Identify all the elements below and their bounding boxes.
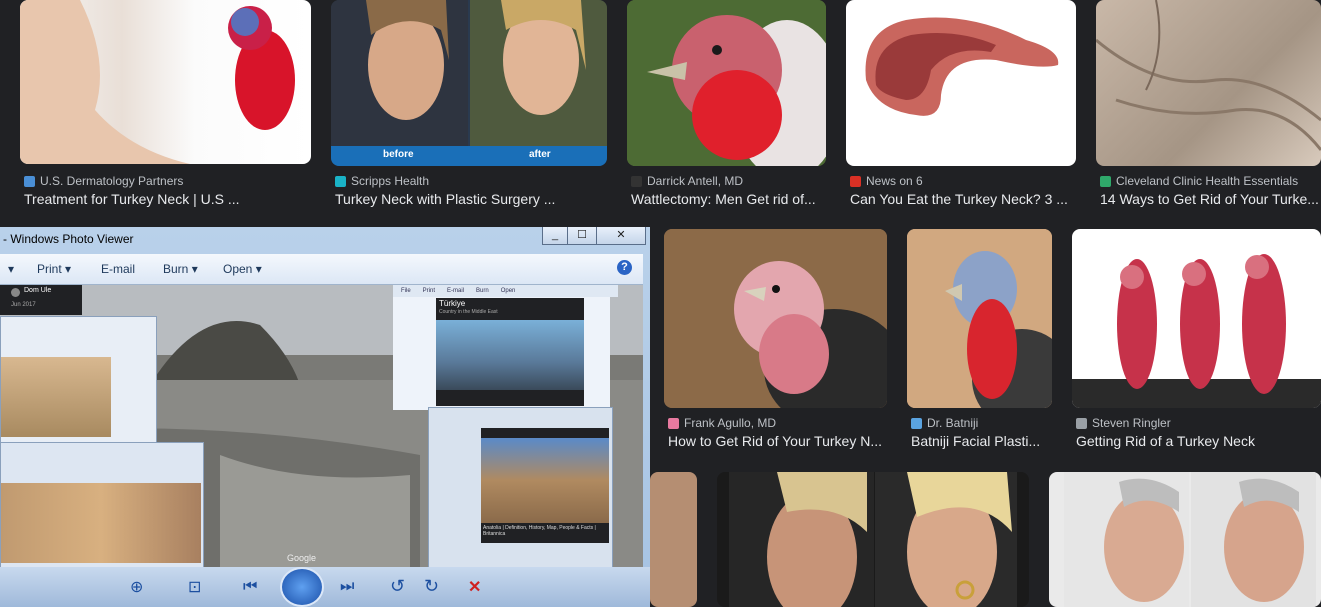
fit-window-icon[interactable]: ⊡ bbox=[188, 577, 201, 597]
result-source[interactable]: News on 6 bbox=[850, 174, 923, 188]
result-source[interactable]: Cleveland Clinic Health Essentials bbox=[1100, 174, 1298, 188]
result-thumbnail-male-neck[interactable] bbox=[1049, 472, 1321, 607]
favicon-icon bbox=[850, 175, 861, 187]
result-thumbnail-batniji[interactable] bbox=[907, 229, 1052, 408]
user-date: Jun 2017 bbox=[11, 302, 36, 308]
nested-window-thumbs bbox=[0, 442, 204, 567]
result-thumbnail-cleveland[interactable] bbox=[1096, 0, 1321, 166]
before-label: before bbox=[383, 149, 414, 160]
favicon-icon bbox=[24, 175, 35, 187]
user-name: Dom Ule bbox=[24, 287, 52, 294]
help-icon[interactable]: ? bbox=[617, 260, 632, 275]
result-title[interactable]: Getting Rid of a Turkey Neck bbox=[1076, 433, 1321, 449]
nested-profile-card: Dom Ule Jun 2017 bbox=[0, 285, 82, 315]
result-thumbnail-facelift[interactable] bbox=[717, 472, 1029, 607]
favicon-icon bbox=[335, 175, 346, 187]
result-title[interactable]: Turkey Neck with Plastic Surgery ... bbox=[335, 191, 610, 207]
viewer-toolbar: ⊕ ⊡ ⏮ ⏭ ↺ ↻ ✕ bbox=[0, 567, 650, 607]
result-thumbnail-scripps[interactable]: before after bbox=[331, 0, 607, 166]
avatar bbox=[11, 288, 20, 297]
result-thumbnail-dermatology[interactable] bbox=[20, 0, 311, 164]
inner-subtitle: Country in the Middle East bbox=[439, 309, 498, 315]
result-thumbnail-partial[interactable] bbox=[650, 472, 697, 607]
nested-window-anatolia: Anatolia | Definition, History, Map, Peo… bbox=[428, 407, 613, 567]
viewer-menu-bar: ▾ Print ▾ E-mail Burn ▾ Open ▾ ? bbox=[0, 254, 643, 285]
delete-icon[interactable]: ✕ bbox=[468, 577, 481, 597]
result-source[interactable]: Scripps Health bbox=[335, 174, 429, 188]
result-title[interactable]: 14 Ways to Get Rid of Your Turke... bbox=[1100, 191, 1321, 207]
menu-email[interactable]: E-mail bbox=[101, 262, 135, 276]
result-title[interactable]: Treatment for Turkey Neck | U.S ... bbox=[24, 191, 314, 207]
inner-title: Türkiye bbox=[439, 299, 466, 308]
result-source[interactable]: Darrick Antell, MD bbox=[631, 174, 743, 188]
favicon-icon bbox=[668, 417, 679, 429]
menu-open[interactable]: Open ▾ bbox=[223, 262, 262, 276]
menu-arrow-icon[interactable]: ▾ bbox=[8, 262, 14, 276]
result-title[interactable]: How to Get Rid of Your Turkey N... bbox=[668, 433, 890, 449]
result-title[interactable]: Wattlectomy: Men Get rid of... bbox=[631, 191, 831, 207]
result-thumbnail-news6[interactable] bbox=[846, 0, 1076, 166]
nested-window-small bbox=[0, 316, 157, 458]
zoom-icon[interactable]: ⊕ bbox=[130, 577, 143, 597]
result-source[interactable]: U.S. Dermatology Partners bbox=[24, 174, 183, 188]
rotate-left-icon[interactable]: ↺ bbox=[390, 576, 405, 597]
slideshow-button[interactable] bbox=[280, 567, 324, 607]
after-label: after bbox=[529, 149, 551, 160]
result-thumbnail-ringler[interactable] bbox=[1072, 229, 1321, 408]
minimize-button[interactable]: _ bbox=[542, 227, 568, 245]
favicon-icon bbox=[1100, 175, 1111, 187]
nested-window-turkiye: File Print E-mail Burn Open Türkiye Country … bbox=[393, 285, 618, 410]
result-title[interactable]: Can You Eat the Turkey Neck? 3 ... bbox=[850, 191, 1080, 207]
favicon-icon bbox=[1076, 417, 1087, 429]
next-icon[interactable]: ⏭ bbox=[340, 578, 354, 596]
menu-burn[interactable]: Burn ▾ bbox=[163, 262, 198, 276]
maximize-button[interactable]: ☐ bbox=[567, 227, 597, 245]
google-watermark: Google bbox=[287, 553, 317, 563]
favicon-icon bbox=[631, 175, 642, 187]
result-source[interactable]: Frank Agullo, MD bbox=[668, 416, 776, 430]
favicon-icon bbox=[911, 417, 922, 429]
photo-viewer-window[interactable]: - Windows Photo Viewer _ ☐ ✕ ▾ Print ▾ E… bbox=[0, 227, 650, 607]
rotate-right-icon[interactable]: ↻ bbox=[424, 576, 439, 597]
result-title[interactable]: Batniji Facial Plasti... bbox=[911, 433, 1056, 449]
result-source[interactable]: Steven Ringler bbox=[1076, 416, 1171, 430]
menu-print[interactable]: Print ▾ bbox=[37, 262, 71, 276]
photo-view-area[interactable]: Dom Ule Jun 2017 File Print E-mail Burn Open… bbox=[0, 285, 643, 567]
inner-caption: Anatolia | Definition, History, Map, Peo… bbox=[483, 525, 596, 537]
previous-icon[interactable]: ⏮ bbox=[243, 578, 257, 596]
close-button[interactable]: ✕ bbox=[596, 227, 646, 245]
result-thumbnail-agullo[interactable] bbox=[664, 229, 887, 408]
result-source[interactable]: Dr. Batniji bbox=[911, 416, 978, 430]
result-thumbnail-antell[interactable] bbox=[627, 0, 826, 166]
window-title: - Windows Photo Viewer bbox=[3, 232, 134, 246]
